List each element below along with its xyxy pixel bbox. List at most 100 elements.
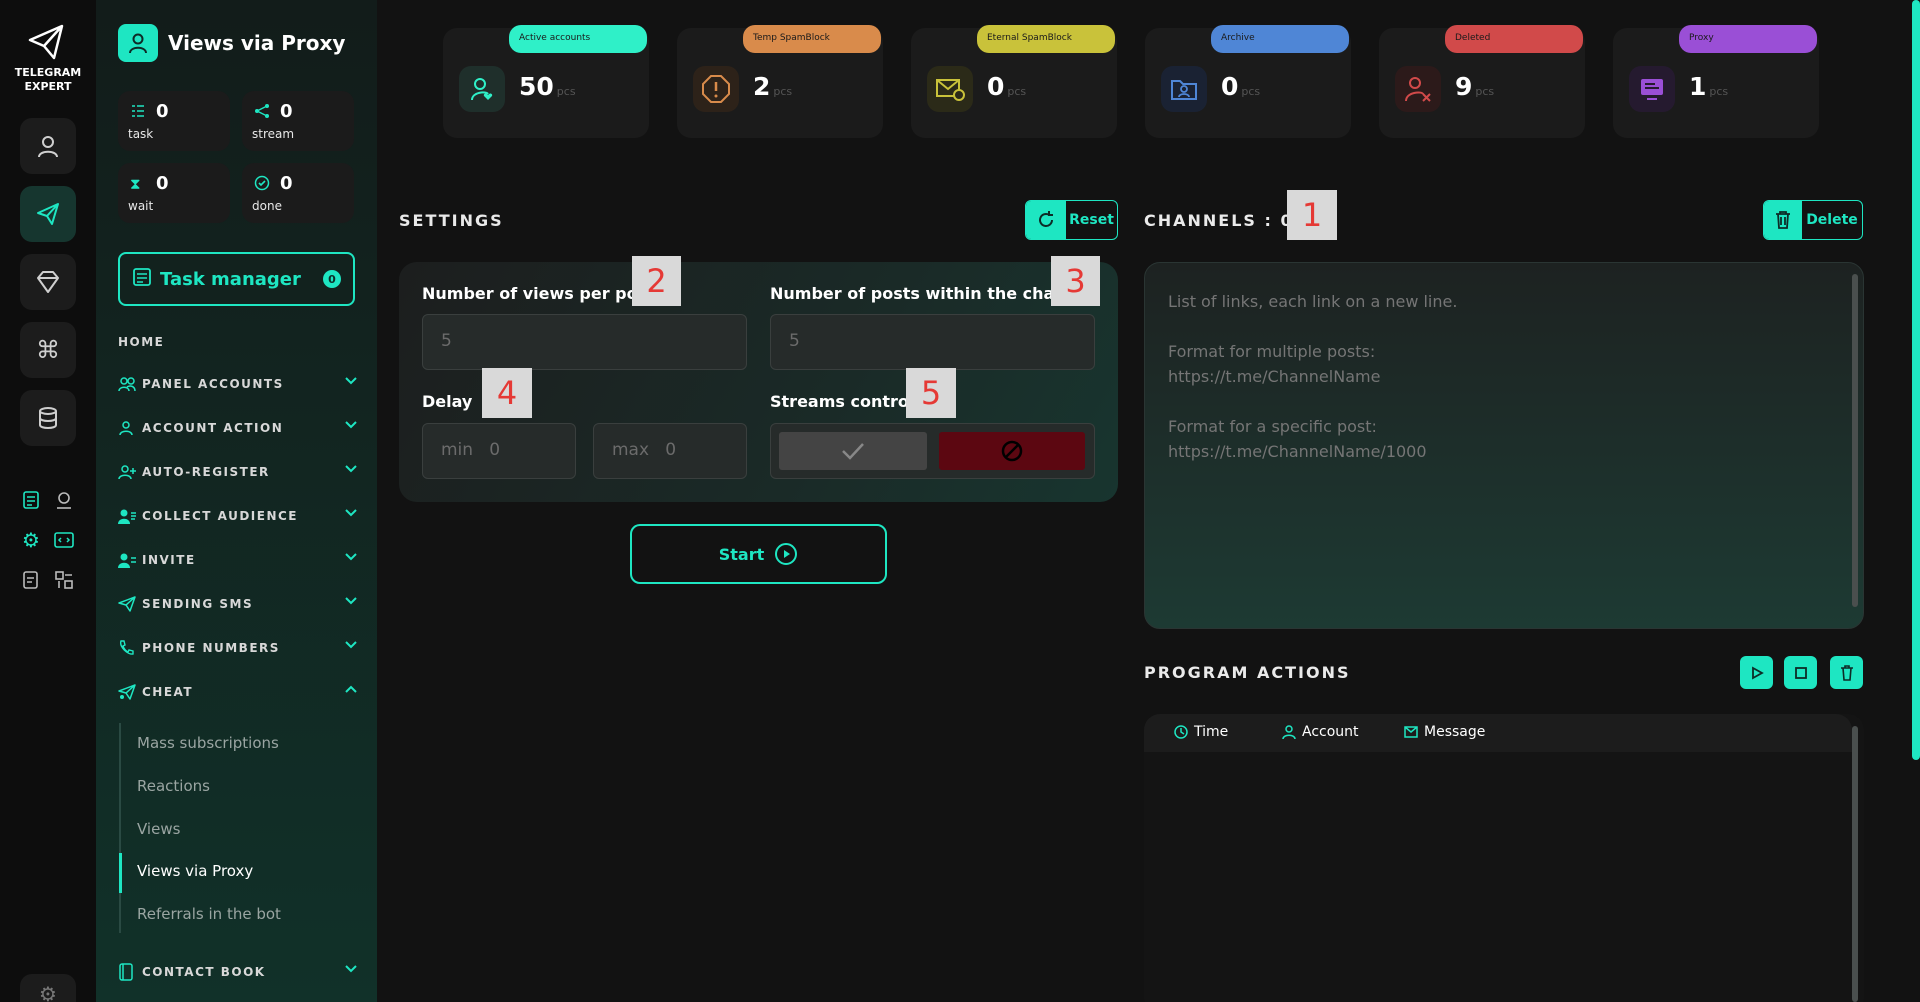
sidebar: Views via Proxy 0 task 0 stream ⧗ 0 wait… xyxy=(96,0,377,1002)
card-unit: pcs xyxy=(773,85,793,98)
views-label: Number of views per post xyxy=(422,284,655,303)
column-time: Time xyxy=(1174,724,1228,740)
stat-wait-value: 0 xyxy=(156,173,169,194)
annotation-badge-3: 3 xyxy=(1051,256,1100,306)
chevron-down-icon xyxy=(344,375,358,389)
submenu-active-indicator xyxy=(119,853,122,893)
stat-task-label: task xyxy=(128,127,154,141)
channels-links-textarea[interactable] xyxy=(1144,262,1864,629)
rail-premium-button[interactable] xyxy=(20,254,76,310)
chevron-up-icon xyxy=(344,683,358,697)
task-manager-button[interactable]: Task manager 0 xyxy=(118,252,355,306)
sub-referrals-in-the-bot[interactable]: Referrals in the bot xyxy=(137,905,281,923)
stop-icon xyxy=(1794,666,1807,679)
delay-min-input[interactable]: min 0 xyxy=(422,423,576,479)
rail-telegram-button[interactable] xyxy=(20,186,76,242)
user-icon xyxy=(1282,725,1296,739)
nav-home[interactable]: HOME xyxy=(118,330,358,354)
sub-reactions[interactable]: Reactions xyxy=(137,777,210,795)
user-icon xyxy=(38,136,58,158)
nav-cheat[interactable]: CHEAT xyxy=(118,680,358,704)
nav-auto-register[interactable]: AUTO-REGISTER xyxy=(118,460,358,484)
send-icon xyxy=(118,596,138,612)
list-icon[interactable] xyxy=(19,488,43,512)
card-unit: pcs xyxy=(1241,85,1261,98)
program-actions-title: PROGRAM ACTIONS xyxy=(1144,663,1351,682)
nav-phone-numbers-label: PHONE NUMBERS xyxy=(142,641,280,655)
card-label: Proxy xyxy=(1679,25,1817,53)
nav-collect-audience-label: COLLECT AUDIENCE xyxy=(142,509,298,523)
send-icon xyxy=(37,203,59,225)
card-value: 50 xyxy=(519,72,554,101)
document-check-icon[interactable] xyxy=(19,568,43,592)
card-label: Temp SpamBlock xyxy=(743,25,881,53)
nav-contact-book-label: CONTACT BOOK xyxy=(142,965,266,979)
nav-sending-sms[interactable]: SENDING SMS xyxy=(118,592,358,616)
nav-invite[interactable]: INVITE xyxy=(118,548,358,572)
refresh-icon xyxy=(1026,201,1066,239)
settings-gear-icon[interactable]: ⚙ xyxy=(19,528,43,552)
nav-collect-audience[interactable]: COLLECT AUDIENCE xyxy=(118,504,358,528)
sub-views[interactable]: Views xyxy=(137,820,180,838)
program-actions-log xyxy=(1144,714,1864,1002)
channels-title: CHANNELS : 0 xyxy=(1144,211,1294,230)
location-user-icon[interactable] xyxy=(52,488,76,512)
share-icon xyxy=(254,103,270,123)
max-prefix: max xyxy=(612,440,650,460)
nav-panel-accounts-label: PANEL ACCOUNTS xyxy=(142,377,284,391)
channels-scrollbar[interactable] xyxy=(1852,274,1858,607)
posts-within-channel-input[interactable]: 5 xyxy=(770,314,1095,370)
trash-icon xyxy=(1764,201,1802,239)
stat-done-value: 0 xyxy=(280,173,293,194)
database-icon xyxy=(39,407,57,429)
delay-label: Delay xyxy=(422,392,473,411)
card-unit: pcs xyxy=(1709,85,1729,98)
user-icon xyxy=(118,420,138,436)
card-archive: Archive 0 pcs xyxy=(1145,25,1351,138)
code-window-icon[interactable] xyxy=(52,528,76,552)
grid-icon[interactable] xyxy=(52,568,76,592)
reset-button[interactable]: Reset xyxy=(1025,200,1118,240)
block-icon xyxy=(1001,440,1023,462)
card-temp-spamblock: Temp SpamBlock 2 pcs xyxy=(677,25,883,138)
rail-accounts-button[interactable] xyxy=(20,118,76,174)
clear-log-button[interactable] xyxy=(1830,656,1863,689)
alert-icon xyxy=(693,66,739,112)
stat-task-value: 0 xyxy=(156,101,169,122)
user-x-icon xyxy=(1395,66,1441,112)
card-value: 9 xyxy=(1455,72,1473,101)
log-scrollbar[interactable] xyxy=(1852,726,1858,1002)
sub-views-via-proxy[interactable]: Views via Proxy xyxy=(137,862,253,880)
streams-enable-button[interactable] xyxy=(779,432,927,470)
streams-control-label: Streams control xyxy=(770,392,915,411)
sub-mass-subscriptions[interactable]: Mass subscriptions xyxy=(137,734,279,752)
user-plus-icon xyxy=(118,464,138,480)
nav-home-label: HOME xyxy=(118,335,165,349)
delete-channels-button[interactable]: Delete xyxy=(1763,200,1863,240)
nav-contact-book[interactable]: CONTACT BOOK xyxy=(118,960,358,984)
folder-user-icon xyxy=(1161,66,1207,112)
card-label: Archive xyxy=(1211,25,1349,53)
card-deleted: Deleted 9 pcs xyxy=(1379,25,1585,138)
trash-icon xyxy=(1840,664,1853,681)
rail-command-button[interactable]: ⌘ xyxy=(20,322,76,378)
nav-account-action[interactable]: ACCOUNT ACTION xyxy=(118,416,358,440)
annotation-badge-5: 5 xyxy=(906,368,956,418)
nav-phone-numbers[interactable]: PHONE NUMBERS xyxy=(118,636,358,660)
page-scrollbar[interactable] xyxy=(1912,0,1920,760)
rail-settings-button[interactable]: ⚙ xyxy=(20,974,76,1002)
chevron-down-icon xyxy=(344,639,358,653)
views-per-post-input[interactable]: 5 xyxy=(422,314,747,370)
play-button[interactable] xyxy=(1740,656,1773,689)
card-eternal-spamblock: Eternal SpamBlock 0 pcs xyxy=(911,25,1117,138)
nav-panel-accounts[interactable]: PANEL ACCOUNTS xyxy=(118,372,358,396)
streams-disable-button[interactable] xyxy=(939,432,1085,470)
mail-icon xyxy=(1404,726,1418,738)
rail-database-button[interactable] xyxy=(20,390,76,446)
card-proxy: Proxy 1 pcs xyxy=(1613,25,1819,138)
nav-account-action-label: ACCOUNT ACTION xyxy=(142,421,284,435)
stop-button[interactable] xyxy=(1784,656,1817,689)
users-icon xyxy=(118,376,138,392)
start-button[interactable]: Start xyxy=(630,524,887,584)
delay-max-input[interactable]: max 0 xyxy=(593,423,747,479)
